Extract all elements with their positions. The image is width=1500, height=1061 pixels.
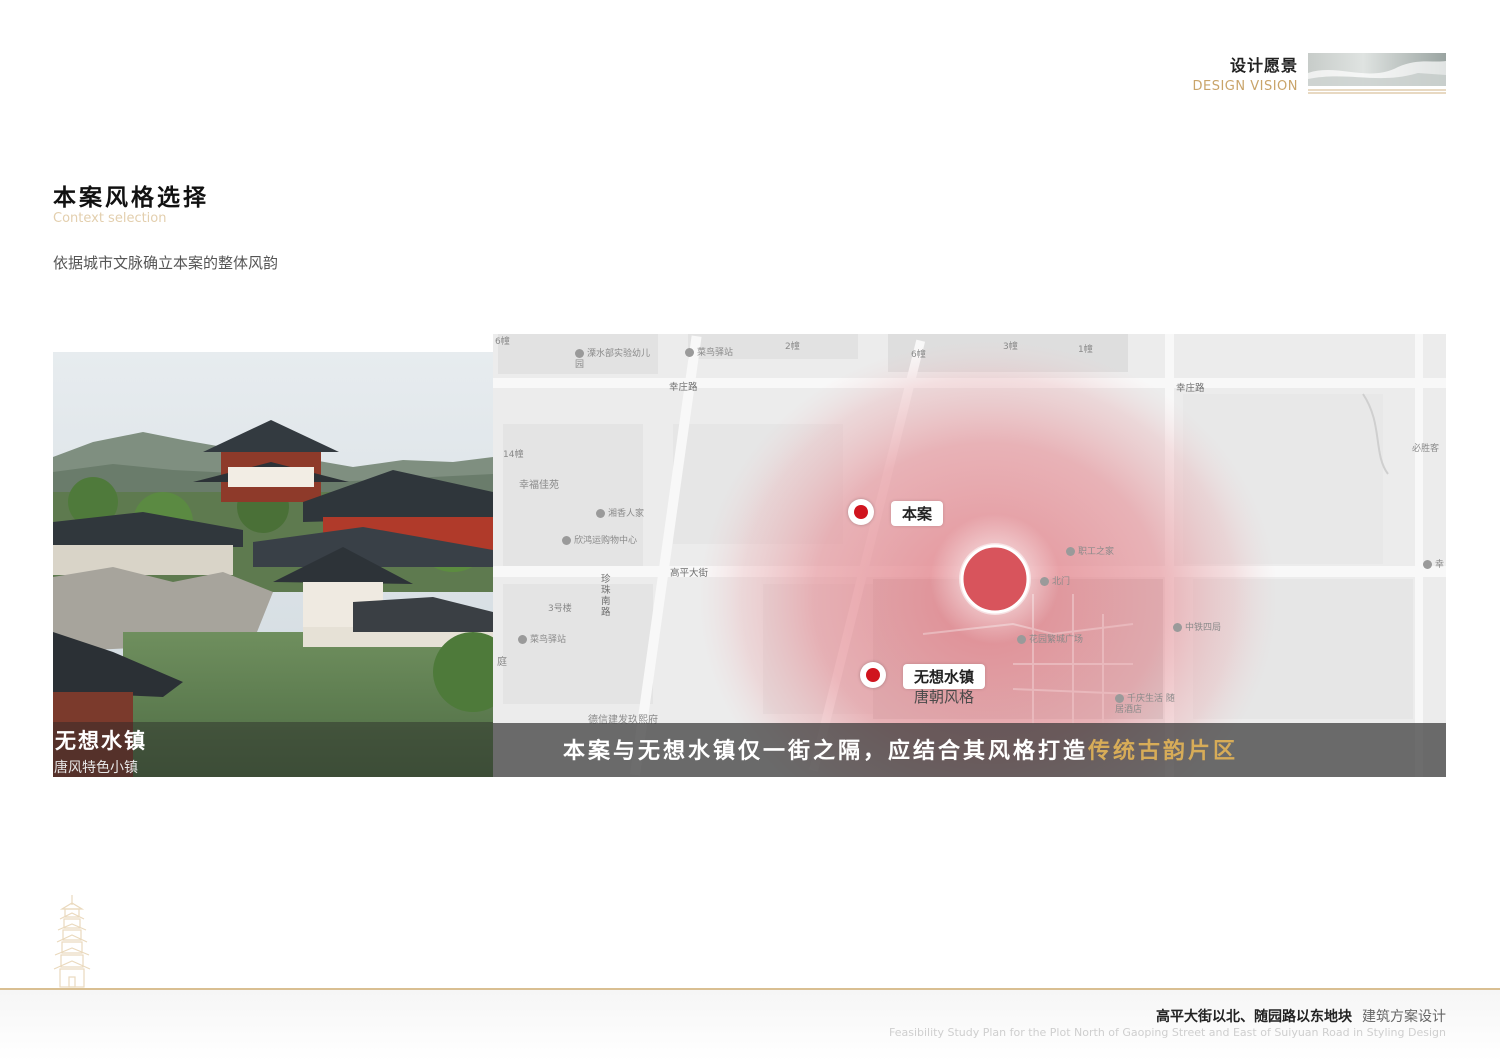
poi-qiankuan: 千庆生活 随居酒店 xyxy=(1115,694,1175,715)
header-divider-2 xyxy=(1308,92,1446,94)
section-title-cn: 设计愿景 xyxy=(1229,56,1298,75)
conclusion-highlight: 传统古韵片区 xyxy=(1088,738,1239,764)
photo-caption: 无想水镇 唐风特色小镇 xyxy=(53,722,493,777)
page-description: 依据城市文脉确立本案的整体风韵 xyxy=(53,254,279,272)
project-site-tag: 本案 xyxy=(891,501,944,526)
wuxiang-town-marker[interactable] xyxy=(860,662,886,688)
page-subtitle-en: Context selection xyxy=(53,211,167,226)
conclusion-text: 本案与无想水镇仅一街之隔，应结合其风格打造传统古韵片区 xyxy=(563,738,1239,764)
poi-beimen: 北门 xyxy=(1040,574,1070,587)
page-title: 本案风格选择 xyxy=(53,184,209,211)
location-pin-icon xyxy=(1017,635,1026,644)
map-label: 幸福佳苑 xyxy=(519,480,559,491)
poi-kindergarten: 溧水部实验幼儿园 xyxy=(575,349,651,370)
location-pin-icon xyxy=(1040,577,1049,586)
pagoda-icon xyxy=(53,895,91,988)
conclusion-banner: 本案与无想水镇仅一街之隔，应结合其风格打造传统古韵片区 xyxy=(493,723,1446,777)
poi-cainiao-2: 菜鸟驿站 xyxy=(518,632,566,645)
map-label: 3幢 xyxy=(1003,342,1018,352)
project-site-marker[interactable] xyxy=(848,499,874,525)
map-label: 1幢 xyxy=(1078,345,1093,355)
footer-project-title-en: Feasibility Study Plan for the Plot Nort… xyxy=(888,1026,1446,1039)
location-pin-icon xyxy=(575,349,584,358)
poi-zhigong: 职工之家 xyxy=(1066,544,1114,557)
photo-caption-subtitle: 唐风特色小镇 xyxy=(54,760,138,776)
location-pin-icon xyxy=(1066,547,1075,556)
location-pin-icon xyxy=(518,635,527,644)
header-divider xyxy=(1308,89,1446,91)
map-label: 6幢 xyxy=(495,337,510,347)
poi-huayuan-square: 花园繁城广场 xyxy=(1017,632,1083,645)
map-label: 必胜客 xyxy=(1412,444,1440,454)
poi-xing: 幸 xyxy=(1423,557,1444,570)
wuxiang-town-photo: 无想水镇 唐风特色小镇 xyxy=(53,352,493,777)
photo-caption-title: 无想水镇 xyxy=(55,728,147,753)
road-label: 高平大街 xyxy=(670,568,709,579)
location-pin-icon xyxy=(596,509,605,518)
tang-style-label: 唐朝风格 xyxy=(914,688,975,706)
footer-project-title: 高平大街以北、随园路以东地块 建筑方案设计 xyxy=(1156,1009,1446,1025)
road-label: 珍珠南路 xyxy=(601,574,611,618)
poi-zhongtie: 中铁四局 xyxy=(1173,620,1221,633)
road-label: 幸庄路 xyxy=(1176,383,1205,394)
home-icon xyxy=(1423,560,1432,569)
location-pin-icon xyxy=(1115,694,1124,703)
site-location-map: 幸庄路 幸庄路 高平大街 珍珠南路 6幢 2幢 6幢 3幢 1幢 14幢 幸福佳… xyxy=(493,334,1446,777)
map-label: 3号楼 xyxy=(548,604,572,614)
poi-xiangxiang: 湘香人家 xyxy=(596,506,644,519)
poi-cainiao: 菜鸟驿站 xyxy=(685,348,735,359)
header-decoration xyxy=(1308,53,1446,86)
map-label: 2幢 xyxy=(785,342,800,352)
location-pin-icon xyxy=(562,536,571,545)
location-pin-icon xyxy=(685,348,694,357)
map-label: 6幢 xyxy=(911,350,926,360)
poi-xinhong: 欣鸿运购物中心 xyxy=(562,533,637,546)
road-label: 幸庄路 xyxy=(669,382,698,393)
map-label: 庭 xyxy=(497,657,507,668)
map-label: 14幢 xyxy=(503,450,524,460)
section-title-en: DESIGN VISION xyxy=(1192,79,1298,94)
location-pin-icon xyxy=(1173,623,1182,632)
